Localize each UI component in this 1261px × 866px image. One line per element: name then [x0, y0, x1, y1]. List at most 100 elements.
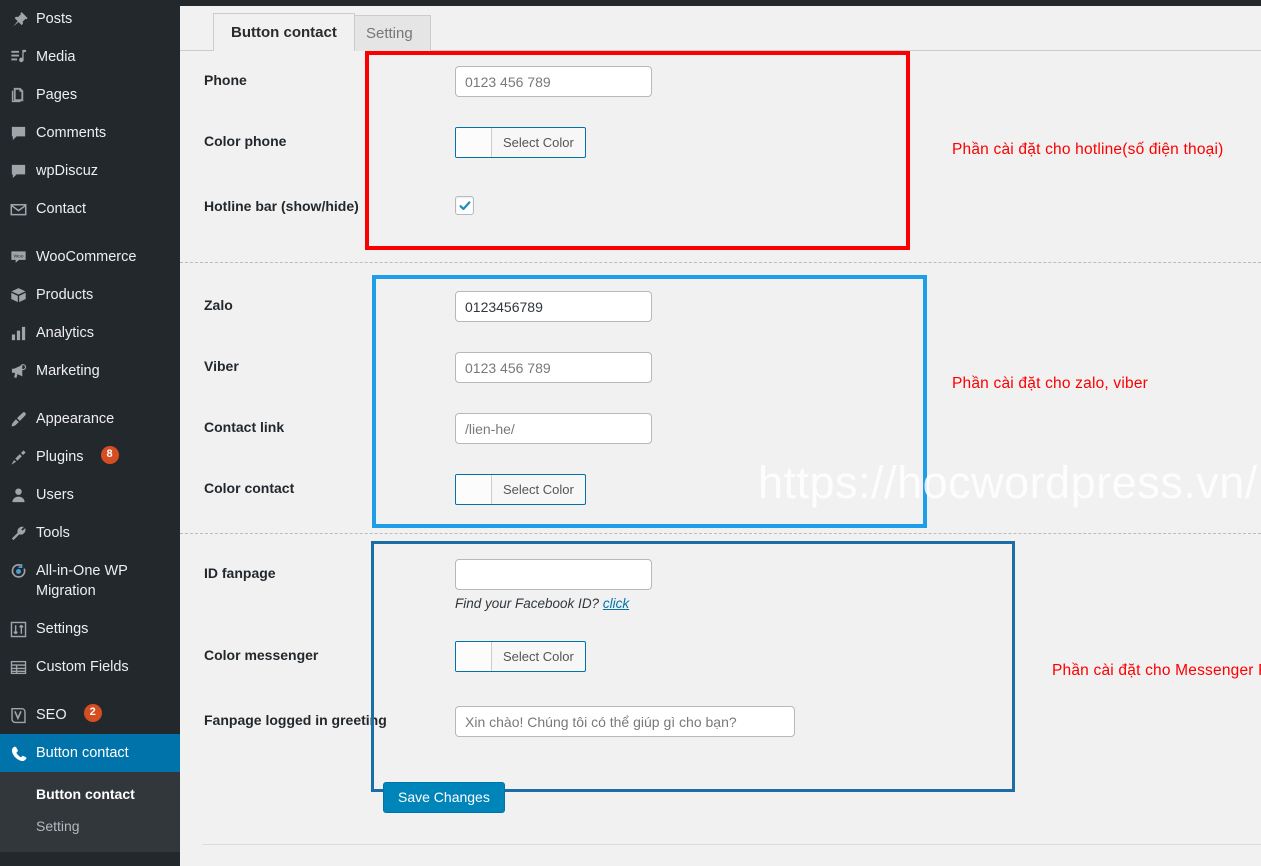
main-content: Button contact Setting Phone Color phone	[180, 0, 1261, 866]
megaphone-icon	[0, 361, 36, 381]
id-fanpage-input[interactable]	[455, 559, 652, 590]
phone-icon	[0, 743, 36, 763]
field-label-hotline-bar: Hotline bar (show/hide)	[204, 198, 359, 214]
sidebar-item-wpdiscuz[interactable]: wpDiscuz	[0, 152, 180, 190]
field-row-zalo: Zalo	[180, 276, 1261, 337]
field-row-id-fanpage: ID fanpage Find your Facebook ID? click	[180, 544, 1261, 626]
sidebar-item-label: Button contact	[36, 745, 129, 761]
field-label-phone: Phone	[204, 72, 247, 88]
sidebar-item-label: Contact	[36, 201, 86, 217]
tab-active-mask	[214, 49, 337, 51]
field-control-phone	[445, 51, 1261, 112]
field-control-zalo	[445, 276, 1261, 337]
sidebar-item-label: Settings	[36, 621, 89, 637]
field-control-hotline-bar	[445, 177, 1261, 233]
yoast-icon	[0, 705, 36, 725]
sidebar-item-products[interactable]: Products	[0, 276, 180, 314]
sidebar-item-all-in-one-wp-migration[interactable]: All-in-One WP Migration	[0, 552, 180, 610]
sidebar-divider	[0, 228, 180, 238]
messenger-settings-table: ID fanpage Find your Facebook ID? click …	[180, 544, 1261, 752]
tab-bar: Button contact Setting	[180, 6, 1261, 51]
sidebar-item-label: Comments	[36, 125, 107, 141]
sliders-icon	[0, 619, 36, 639]
sidebar-submenu: Button contact Setting	[0, 772, 180, 852]
sidebar-item-custom-fields[interactable]: Custom Fields	[0, 648, 180, 686]
field-row-color-messenger: Color messenger Select Color	[180, 626, 1261, 691]
sidebar-item-users[interactable]: Users	[0, 476, 180, 514]
facebook-id-hint-text: Find your Facebook ID?	[455, 596, 600, 611]
annotation-zalo-viber: Phần cài đặt cho zalo, viber	[952, 375, 1149, 392]
color-messenger-picker[interactable]: Select Color	[455, 641, 586, 672]
sidebar-item-contact[interactable]: Contact	[0, 190, 180, 228]
color-contact-picker[interactable]: Select Color	[455, 474, 586, 505]
section-separator	[180, 533, 1261, 534]
color-swatch	[456, 128, 492, 157]
facebook-id-hint: Find your Facebook ID? click	[455, 596, 1251, 611]
sidebar-item-plugins[interactable]: Plugins 8	[0, 438, 180, 476]
find-facebook-id-link[interactable]: click	[603, 596, 629, 611]
field-control-contact-link	[445, 398, 1261, 459]
sidebar-item-marketing[interactable]: Marketing	[0, 352, 180, 390]
sidebar-item-tools[interactable]: Tools	[0, 514, 180, 552]
user-icon	[0, 485, 36, 505]
phone-input[interactable]	[455, 66, 652, 97]
comment-icon	[0, 123, 36, 143]
annotation-hotline: Phần cài đặt cho hotline(số điện thoại)	[952, 141, 1224, 158]
viber-input[interactable]	[455, 352, 652, 383]
sidebar-item-appearance[interactable]: Appearance	[0, 400, 180, 438]
sidebar-item-label: wpDiscuz	[36, 163, 99, 179]
field-label-contact-link: Contact link	[204, 419, 285, 435]
plugins-update-badge: 8	[100, 446, 119, 464]
sidebar-item-label: Custom Fields	[36, 659, 129, 675]
field-label-color-messenger: Color messenger	[204, 647, 319, 663]
color-swatch	[456, 475, 492, 504]
bar-chart-icon	[0, 323, 36, 343]
select-color-label: Select Color	[503, 649, 574, 664]
sidebar-item-pages[interactable]: Pages	[0, 76, 180, 114]
sidebar-subitem-button-contact[interactable]: Button contact	[0, 778, 180, 810]
plug-icon	[0, 447, 36, 467]
sidebar-item-seo[interactable]: SEO 2	[0, 696, 180, 734]
footer-separator	[202, 844, 1261, 845]
fanpage-greeting-input[interactable]	[455, 706, 795, 737]
select-color-label: Select Color	[503, 135, 574, 150]
sidebar-item-media[interactable]: Media	[0, 38, 180, 76]
field-label-zalo: Zalo	[204, 297, 233, 313]
sidebar-item-posts[interactable]: Posts	[0, 0, 180, 38]
field-row-phone: Phone	[180, 51, 1261, 112]
zalo-input[interactable]	[455, 291, 652, 322]
sidebar-item-settings[interactable]: Settings	[0, 610, 180, 648]
tab-button-contact[interactable]: Button contact	[213, 13, 355, 51]
sidebar-item-woocommerce[interactable]: Woo WooCommerce	[0, 238, 180, 276]
field-control-id-fanpage: Find your Facebook ID? click	[445, 544, 1261, 626]
pin-icon	[0, 9, 36, 29]
sidebar-item-label: Analytics	[36, 325, 95, 341]
sidebar-item-comments[interactable]: Comments	[0, 114, 180, 152]
pages-icon	[0, 85, 36, 105]
tab-setting[interactable]: Setting	[348, 15, 431, 51]
field-label-fanpage-greeting: Fanpage logged in greeting	[204, 712, 387, 728]
sidebar-item-label: Media	[36, 49, 76, 65]
sidebar-item-label: Marketing	[36, 363, 100, 379]
field-row-hotline-bar: Hotline bar (show/hide)	[180, 177, 1261, 235]
media-icon	[0, 47, 36, 67]
field-label-color-contact: Color contact	[204, 480, 295, 496]
admin-page: Posts Media Pages Comments wpDiscuz Cont…	[0, 0, 1261, 866]
sidebar-item-label: SEO	[36, 707, 67, 723]
hotline-bar-checkbox[interactable]	[455, 196, 474, 215]
sidebar-item-button-contact[interactable]: Button contact	[0, 734, 180, 772]
svg-text:Woo: Woo	[13, 254, 23, 260]
sidebar-item-label: Posts	[36, 11, 73, 27]
envelope-icon	[0, 199, 36, 219]
save-changes-button[interactable]: Save Changes	[383, 782, 505, 813]
sidebar-item-label: WooCommerce	[36, 249, 137, 265]
color-swatch	[456, 642, 492, 671]
sidebar-item-label: All-in-One WP Migration	[36, 563, 128, 599]
sidebar-item-label: Tools	[36, 525, 70, 541]
color-phone-picker[interactable]: Select Color	[455, 127, 586, 158]
sidebar-item-analytics[interactable]: Analytics	[0, 314, 180, 352]
contact-link-input[interactable]	[455, 413, 652, 444]
field-control-color-messenger: Select Color	[445, 626, 1261, 691]
sidebar-subitem-setting[interactable]: Setting	[0, 810, 180, 842]
field-row-fanpage-greeting: Fanpage logged in greeting	[180, 691, 1261, 752]
